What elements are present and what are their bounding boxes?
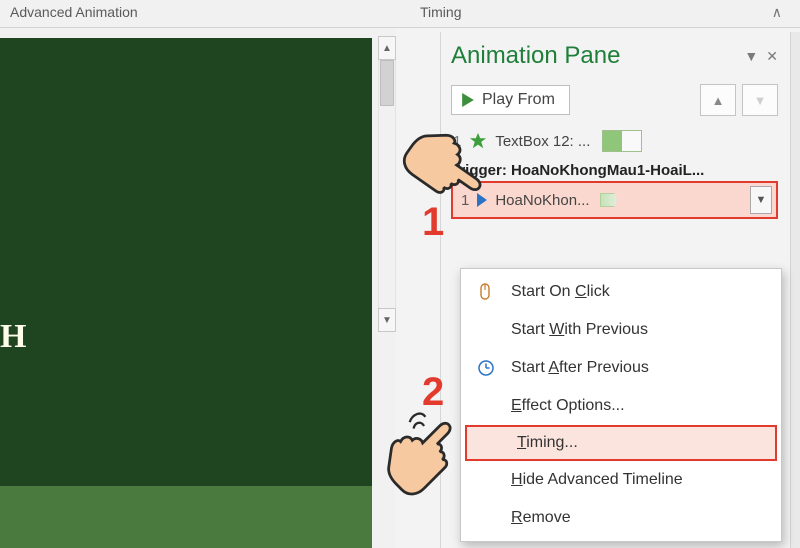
- slide-canvas[interactable]: H: [0, 38, 372, 548]
- menu-label: Hide Advanced Timeline: [511, 471, 683, 489]
- trigger-animation-item[interactable]: 1 HoaNoKhon... ▼: [451, 181, 778, 219]
- mouse-click-icon: [473, 283, 499, 301]
- animation-pane-title: Animation Pane: [451, 42, 620, 70]
- timeline-chip[interactable]: [602, 130, 642, 152]
- scroll-down-button[interactable]: ▼: [378, 308, 396, 332]
- scroll-track[interactable]: [378, 60, 396, 308]
- menu-remove[interactable]: Remove: [461, 499, 781, 537]
- clock-icon: [473, 359, 499, 377]
- animation-context-menu: Start On Click Start With Previous Start…: [460, 268, 782, 542]
- pane-scrollbar[interactable]: [790, 32, 800, 548]
- slide-editing-area: H ▲ ▼: [0, 28, 395, 548]
- slide-textbox[interactable]: H: [0, 318, 60, 356]
- menu-hide-advanced-timeline[interactable]: Hide Advanced Timeline: [461, 461, 781, 499]
- play-from-button[interactable]: Play From: [451, 85, 570, 115]
- ribbon-group-advanced-animation: Advanced Animation: [10, 4, 138, 20]
- menu-start-with-previous[interactable]: Start With Previous: [461, 311, 781, 349]
- scroll-up-button[interactable]: ▲: [378, 36, 396, 60]
- ribbon-group-labels: Advanced Animation Timing ∧: [0, 0, 800, 28]
- reorder-up-button[interactable]: ▲: [700, 84, 736, 116]
- menu-label: Remove: [511, 509, 571, 527]
- menu-start-on-click[interactable]: Start On Click: [461, 273, 781, 311]
- trigger-header: Trigger: HoaNoKhongMau1-HoaiL...: [451, 162, 780, 179]
- play-icon: [462, 93, 474, 107]
- trigger-item-label: HoaNoKhon...: [495, 192, 589, 209]
- menu-label: Effect Options...: [511, 397, 625, 415]
- trigger-item-dropdown[interactable]: ▼: [750, 186, 772, 214]
- menu-timing[interactable]: Timing...: [465, 425, 777, 461]
- animation-item-1[interactable]: 1 TextBox 12: ...: [453, 130, 780, 152]
- scroll-thumb[interactable]: [380, 60, 394, 106]
- menu-label: Start After Previous: [511, 359, 649, 377]
- play-from-label: Play From: [482, 91, 555, 109]
- menu-label: Start With Previous: [511, 321, 648, 339]
- reorder-down-button[interactable]: ▼: [742, 84, 778, 116]
- slide-vertical-scrollbar[interactable]: ▲ ▼: [378, 36, 396, 332]
- menu-label: Timing...: [517, 434, 578, 452]
- menu-start-after-previous[interactable]: Start After Previous: [461, 349, 781, 387]
- close-pane-icon[interactable]: ✕: [766, 48, 778, 65]
- menu-effect-options[interactable]: Effect Options...: [461, 387, 781, 425]
- menu-label: Start On Click: [511, 283, 610, 301]
- animation-item-label: TextBox 12: ...: [495, 133, 590, 150]
- pane-options-icon[interactable]: ▼: [744, 48, 758, 65]
- trigger-timeline-chip: [600, 193, 618, 207]
- ribbon-group-timing: Timing: [420, 4, 462, 20]
- collapse-ribbon-icon[interactable]: ∧: [772, 4, 782, 21]
- pointer-hand-icon: [402, 122, 494, 214]
- pointer-hand-icon: [378, 406, 470, 498]
